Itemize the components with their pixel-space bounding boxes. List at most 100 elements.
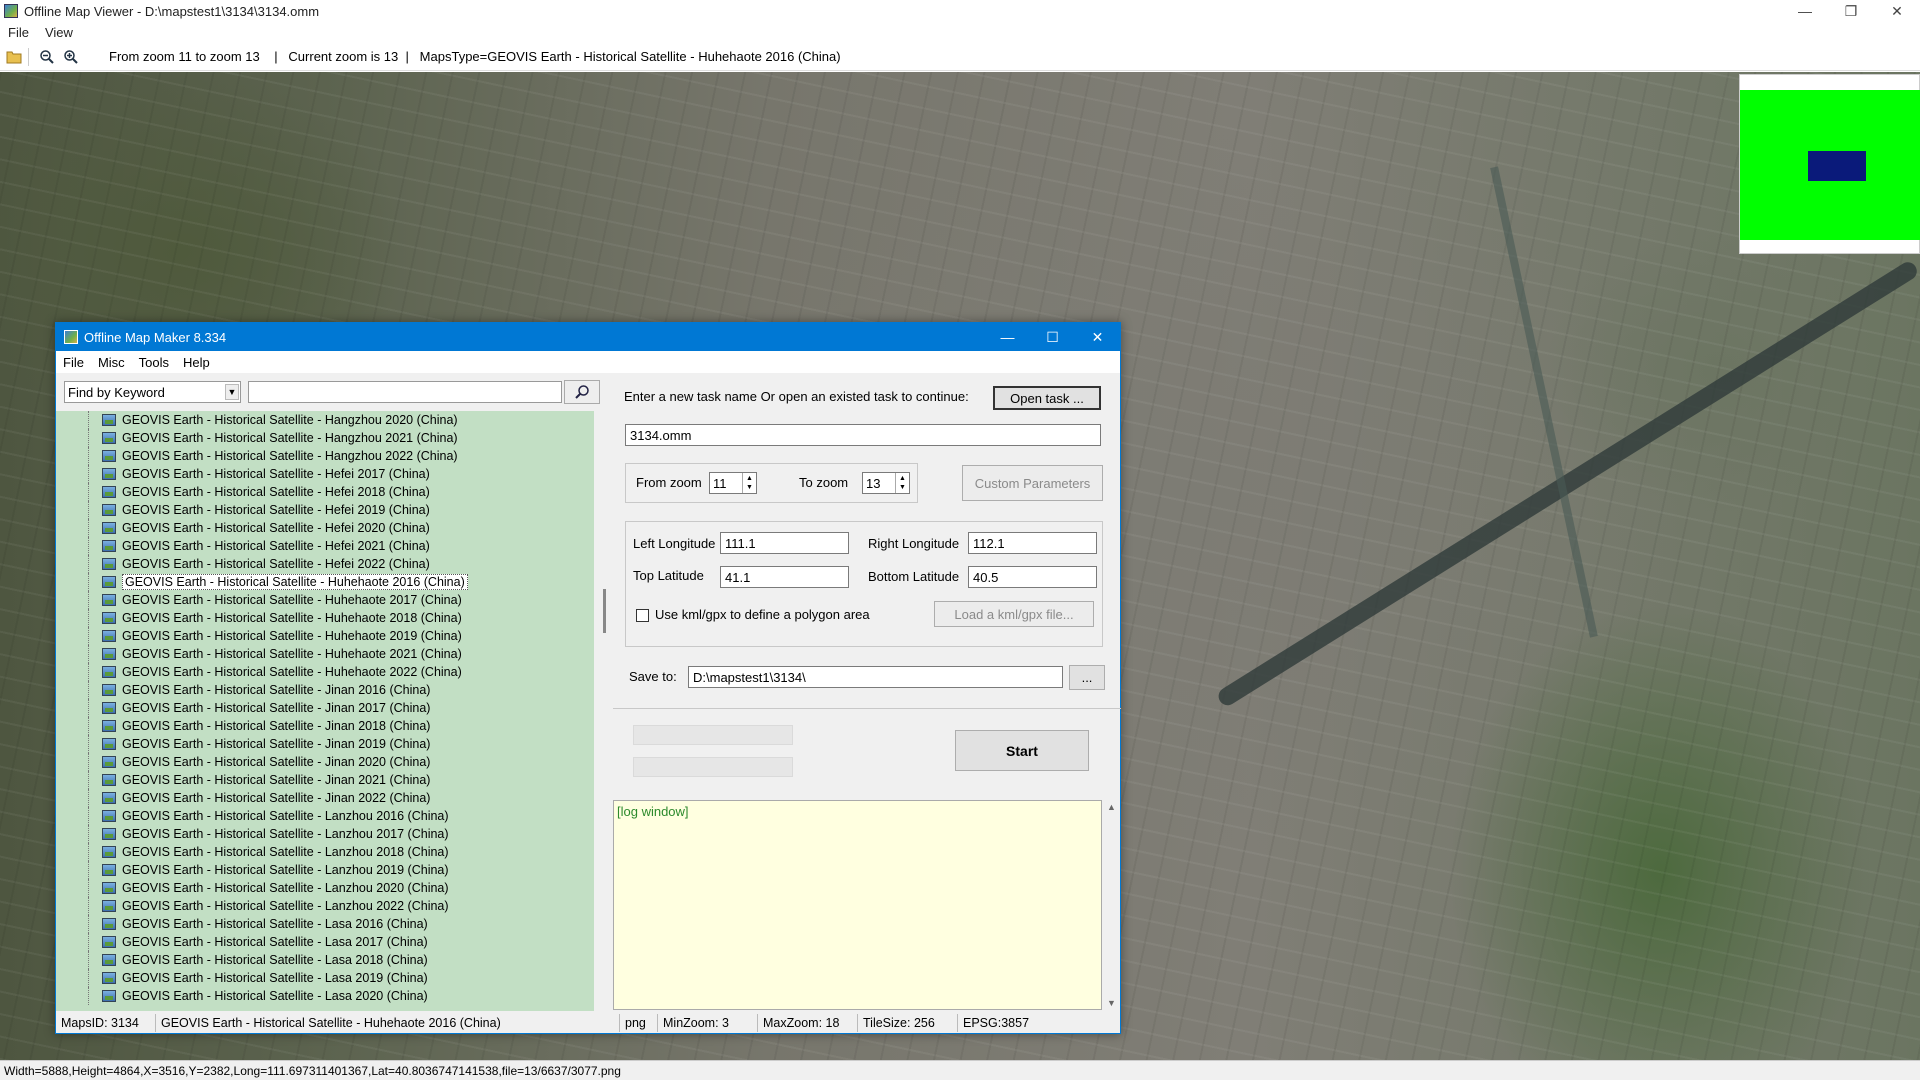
kml-checkbox[interactable] — [636, 609, 649, 622]
dialog-menu-help[interactable]: Help — [176, 355, 217, 370]
map-tile-icon — [102, 630, 116, 642]
from-zoom-stepper[interactable]: 11 ▲ ▼ — [709, 472, 757, 494]
custom-parameters-button[interactable]: Custom Parameters — [962, 465, 1103, 501]
menu-view[interactable]: View — [37, 25, 81, 40]
map-list-scroll-thumb[interactable] — [603, 589, 606, 633]
list-item[interactable]: GEOVIS Earth - Historical Satellite - Hu… — [56, 591, 594, 609]
log-scrollbar[interactable]: ▲ ▼ — [1102, 800, 1120, 1010]
folder-open-icon[interactable] — [4, 47, 24, 67]
zoom-in-icon[interactable] — [61, 47, 81, 67]
list-item[interactable]: GEOVIS Earth - Historical Satellite - La… — [56, 933, 594, 951]
to-zoom-stepper[interactable]: 13 ▲ ▼ — [862, 472, 910, 494]
list-item[interactable]: GEOVIS Earth - Historical Satellite - La… — [56, 969, 594, 987]
close-icon[interactable]: ✕ — [1874, 0, 1920, 22]
task-name-field[interactable]: 3134.omm — [625, 424, 1101, 446]
overview-viewport[interactable] — [1808, 151, 1866, 181]
search-button[interactable] — [564, 380, 600, 404]
list-item[interactable]: GEOVIS Earth - Historical Satellite - Ji… — [56, 681, 594, 699]
chevron-down-icon[interactable]: ▼ — [225, 384, 239, 400]
list-item[interactable]: GEOVIS Earth - Historical Satellite - He… — [56, 519, 594, 537]
map-tile-icon — [102, 756, 116, 768]
bottom-latitude-field[interactable]: 40.5 — [968, 566, 1097, 588]
dialog-close-icon[interactable]: ✕ — [1075, 323, 1120, 351]
list-item[interactable]: GEOVIS Earth - Historical Satellite - Hu… — [56, 627, 594, 645]
map-tile-icon — [102, 954, 116, 966]
list-item-label: GEOVIS Earth - Historical Satellite - Ji… — [122, 701, 431, 715]
list-item[interactable]: GEOVIS Earth - Historical Satellite - La… — [56, 879, 594, 897]
dialog-menu-file[interactable]: File — [56, 355, 91, 370]
stepper-arrows-icon[interactable]: ▲ ▼ — [895, 473, 909, 493]
dialog-minimize-icon[interactable]: — — [985, 323, 1030, 351]
to-zoom-label: To zoom — [799, 475, 849, 490]
list-item[interactable]: GEOVIS Earth - Historical Satellite - Hu… — [56, 573, 594, 591]
list-item[interactable]: GEOVIS Earth - Historical Satellite - He… — [56, 465, 594, 483]
open-task-button[interactable]: Open task ... — [993, 386, 1101, 410]
list-item[interactable]: GEOVIS Earth - Historical Satellite - Ji… — [56, 735, 594, 753]
scroll-up-icon[interactable]: ▲ — [1107, 802, 1116, 812]
list-item[interactable]: GEOVIS Earth - Historical Satellite - Ji… — [56, 753, 594, 771]
list-item[interactable]: GEOVIS Earth - Historical Satellite - Ji… — [56, 789, 594, 807]
list-item[interactable]: GEOVIS Earth - Historical Satellite - Ha… — [56, 447, 594, 465]
scroll-down-icon[interactable]: ▼ — [1107, 998, 1116, 1008]
map-tile-icon — [102, 576, 116, 588]
map-list-scrollbar[interactable] — [596, 411, 614, 1011]
tree-line — [88, 951, 98, 969]
list-item[interactable]: GEOVIS Earth - Historical Satellite - Ha… — [56, 429, 594, 447]
list-item[interactable]: GEOVIS Earth - Historical Satellite - La… — [56, 951, 594, 969]
map-tile-icon — [102, 540, 116, 552]
minimize-icon[interactable]: — — [1782, 0, 1828, 22]
list-item[interactable]: GEOVIS Earth - Historical Satellite - Ji… — [56, 771, 594, 789]
map-tile-icon — [102, 900, 116, 912]
dialog-menubar: File Misc Tools Help — [56, 351, 1120, 373]
list-item[interactable]: GEOVIS Earth - Historical Satellite - La… — [56, 861, 594, 879]
menu-file[interactable]: File — [0, 25, 37, 40]
map-tile-icon — [102, 846, 116, 858]
list-item-label: GEOVIS Earth - Historical Satellite - Ha… — [122, 431, 458, 445]
list-item[interactable]: GEOVIS Earth - Historical Satellite - He… — [56, 537, 594, 555]
list-item[interactable]: GEOVIS Earth - Historical Satellite - La… — [56, 915, 594, 933]
zoom-out-icon[interactable] — [37, 47, 57, 67]
right-longitude-field[interactable]: 112.1 — [968, 532, 1097, 554]
list-item[interactable]: GEOVIS Earth - Historical Satellite - La… — [56, 825, 594, 843]
list-item[interactable]: GEOVIS Earth - Historical Satellite - La… — [56, 897, 594, 915]
dialog-title: Offline Map Maker 8.334 — [84, 329, 227, 345]
list-item[interactable]: GEOVIS Earth - Historical Satellite - Hu… — [56, 645, 594, 663]
tree-line — [88, 915, 98, 933]
start-button[interactable]: Start — [955, 730, 1089, 771]
map-tile-icon — [102, 774, 116, 786]
search-input[interactable] — [248, 381, 562, 403]
list-item[interactable]: GEOVIS Earth - Historical Satellite - He… — [56, 555, 594, 573]
dialog-menu-tools[interactable]: Tools — [132, 355, 176, 370]
log-window[interactable]: [log window] — [613, 800, 1102, 1010]
list-item-label: GEOVIS Earth - Historical Satellite - He… — [122, 557, 430, 571]
list-item-label: GEOVIS Earth - Historical Satellite - La… — [122, 953, 428, 967]
list-item[interactable]: GEOVIS Earth - Historical Satellite - Ji… — [56, 699, 594, 717]
status-maps-id: MapsID: 3134 — [56, 1014, 156, 1032]
overview-map[interactable] — [1739, 74, 1920, 254]
list-item[interactable]: GEOVIS Earth - Historical Satellite - He… — [56, 501, 594, 519]
list-item[interactable]: GEOVIS Earth - Historical Satellite - La… — [56, 987, 594, 1005]
tree-line — [88, 555, 98, 573]
search-mode-select[interactable]: Find by Keyword ▼ — [64, 381, 241, 403]
map-tile-icon — [102, 972, 116, 984]
dialog-maximize-icon[interactable]: ☐ — [1030, 323, 1075, 351]
dialog-menu-misc[interactable]: Misc — [91, 355, 132, 370]
list-item[interactable]: GEOVIS Earth - Historical Satellite - He… — [56, 483, 594, 501]
load-kml-button[interactable]: Load a kml/gpx file... — [934, 601, 1094, 627]
list-item-label: GEOVIS Earth - Historical Satellite - Ji… — [122, 773, 431, 787]
list-item[interactable]: GEOVIS Earth - Historical Satellite - Hu… — [56, 609, 594, 627]
list-item[interactable]: GEOVIS Earth - Historical Satellite - Ha… — [56, 411, 594, 429]
dialog-app-icon — [64, 330, 78, 344]
list-item[interactable]: GEOVIS Earth - Historical Satellite - Hu… — [56, 663, 594, 681]
restore-icon[interactable]: ❐ — [1828, 0, 1874, 22]
top-latitude-field[interactable]: 41.1 — [720, 566, 849, 588]
list-item[interactable]: GEOVIS Earth - Historical Satellite - Ji… — [56, 717, 594, 735]
stepper-arrows-icon[interactable]: ▲ ▼ — [742, 473, 756, 493]
list-item-label: GEOVIS Earth - Historical Satellite - La… — [122, 881, 449, 895]
list-item[interactable]: GEOVIS Earth - Historical Satellite - La… — [56, 843, 594, 861]
browse-button[interactable]: ... — [1069, 665, 1105, 690]
map-type-list[interactable]: GEOVIS Earth - Historical Satellite - Ha… — [56, 411, 594, 1011]
list-item[interactable]: GEOVIS Earth - Historical Satellite - La… — [56, 807, 594, 825]
left-longitude-field[interactable]: 111.1 — [720, 532, 849, 554]
save-to-field[interactable]: D:\mapstest1\3134\ — [688, 666, 1063, 688]
